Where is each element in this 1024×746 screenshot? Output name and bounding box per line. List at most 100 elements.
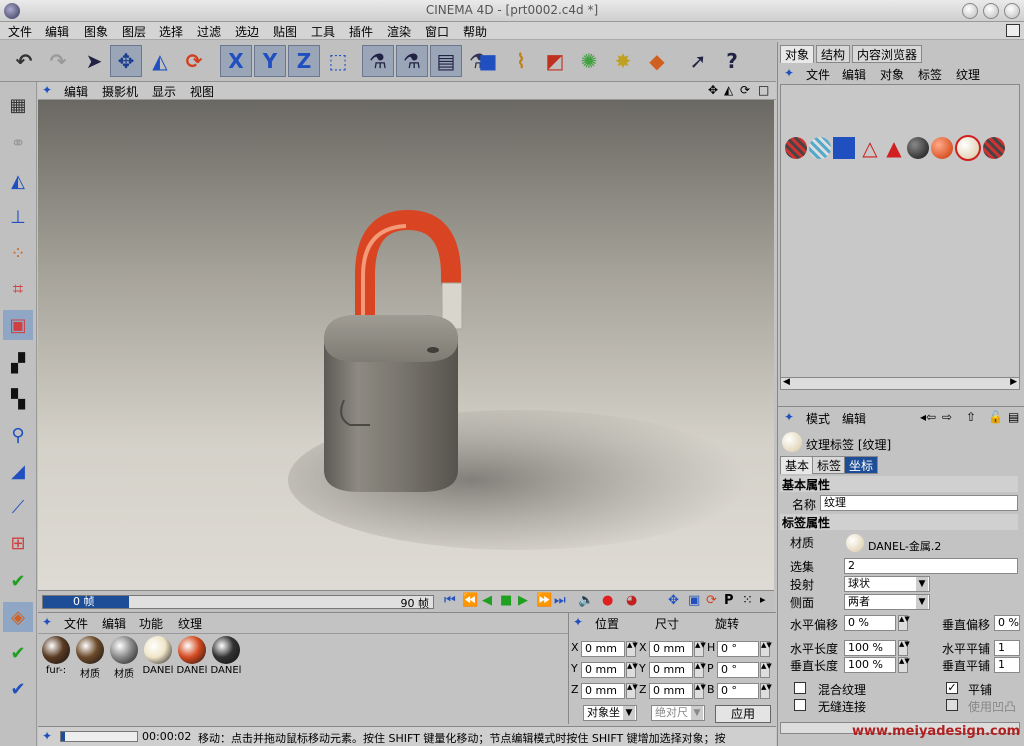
keyframe-rotate-icon[interactable]: ⟳ xyxy=(706,593,717,608)
attr-newwin-icon[interactable]: ▤ xyxy=(1008,410,1019,424)
object-axis-icon[interactable]: ⊥ xyxy=(3,202,33,232)
attr-selection-field[interactable]: 2 xyxy=(844,558,1018,574)
joint-icon[interactable]: ⚲ xyxy=(3,420,33,450)
attr-menu-edit[interactable]: 编辑 xyxy=(842,410,866,427)
objmgr-menu-file[interactable]: 文件 xyxy=(806,66,830,83)
coord-spinner[interactable]: ▲▼ xyxy=(694,641,706,657)
close-button[interactable] xyxy=(1004,3,1020,19)
tag-triangle-red2-icon[interactable]: ▲ xyxy=(883,137,905,159)
timeline-slider[interactable]: 0 帧 90 帧 xyxy=(42,595,434,610)
coord-spinner[interactable]: ▲▼ xyxy=(626,641,638,657)
maximize-button[interactable] xyxy=(983,3,999,19)
timeline-more-icon[interactable]: ▸ xyxy=(760,593,766,606)
attr-offset-u-spin[interactable]: ▲▼ xyxy=(898,615,910,631)
coord-size-field[interactable]: 0 mm xyxy=(649,662,693,678)
rotate-icon[interactable]: ⟳ xyxy=(178,45,210,77)
attr-pin-icon[interactable]: ✦ xyxy=(784,410,794,424)
scale-icon[interactable]: ◭ xyxy=(144,45,176,77)
tag-fur-icon[interactable] xyxy=(785,137,807,159)
coord-rot-field[interactable]: 0 ° xyxy=(717,683,759,699)
viewport-maximize-icon[interactable]: □ xyxy=(758,83,769,97)
menu-texture[interactable]: 贴图 xyxy=(273,23,297,40)
viewport-rotate-icon[interactable]: ⟳ xyxy=(740,83,750,97)
x-axis-icon[interactable]: X xyxy=(220,45,252,77)
attr-mix-checkbox[interactable] xyxy=(794,682,806,694)
objmgr-pin-icon[interactable]: ✦ xyxy=(784,66,794,80)
viewport-pin-icon[interactable]: ✦ xyxy=(42,83,52,97)
tag-material-red-icon[interactable] xyxy=(931,137,953,159)
coord-pos-field[interactable]: 0 mm xyxy=(581,683,625,699)
material-swatch[interactable]: 材质 xyxy=(108,636,140,680)
attr-seamless-checkbox[interactable] xyxy=(794,699,806,711)
goto-end-icon[interactable]: ⏭ xyxy=(554,593,566,608)
object-list-hscroll[interactable]: ◀ ▶ xyxy=(781,377,1019,389)
tag-material-dark-icon[interactable] xyxy=(907,137,929,159)
tag-icon[interactable]: ◆ xyxy=(641,45,673,77)
coord-spinner[interactable]: ▲▼ xyxy=(760,641,772,657)
model-mode-icon[interactable]: ◭ xyxy=(3,166,33,196)
bone-icon[interactable]: ◢ xyxy=(3,456,33,486)
menu-plugins[interactable]: 插件 xyxy=(349,23,373,40)
attr-name-field[interactable]: 纹理 xyxy=(820,495,1018,511)
coord-size-field[interactable]: 0 mm xyxy=(649,683,693,699)
coord-size-field[interactable]: 0 mm xyxy=(649,641,693,657)
tab-objects[interactable]: 对象 xyxy=(780,45,815,63)
layout-icon[interactable]: ▦ xyxy=(3,90,33,120)
attr-forward-icon[interactable]: ⇨ xyxy=(942,410,952,424)
coords-mode-select[interactable]: 对象坐 xyxy=(583,705,637,721)
tag-display-icon[interactable] xyxy=(809,137,831,159)
material-menu-function[interactable]: 功能 xyxy=(139,615,163,632)
coord-pos-field[interactable]: 0 mm xyxy=(581,662,625,678)
play-icon[interactable]: ▶ xyxy=(518,593,528,608)
animation-icon[interactable]: ⊞ xyxy=(3,528,33,558)
viewport[interactable] xyxy=(38,100,774,590)
coord-spinner[interactable]: ▲▼ xyxy=(626,662,638,678)
cube-icon[interactable]: ■ xyxy=(472,45,504,77)
menu-window[interactable]: 窗口 xyxy=(425,23,449,40)
y-axis-icon[interactable]: Y xyxy=(254,45,286,77)
polygons-mode-icon[interactable]: ▣ xyxy=(3,310,33,340)
param-key-icon[interactable]: P xyxy=(724,593,734,608)
material-swatch[interactable]: DANEl xyxy=(142,636,174,680)
next-key-icon[interactable]: ⏩ xyxy=(536,593,552,608)
texture-mode-icon[interactable]: ▞ xyxy=(3,348,33,378)
minimize-button[interactable] xyxy=(962,3,978,19)
world-coord-icon[interactable]: ⬚ xyxy=(322,45,354,77)
material-menu-file[interactable]: 文件 xyxy=(64,615,88,632)
object-list[interactable]: △ ▲ ◀ ▶ xyxy=(780,84,1020,390)
scroll-right-icon[interactable]: ▶ xyxy=(1010,377,1017,387)
keyframe-scale-icon[interactable]: ▣ xyxy=(688,593,700,608)
cursor-help-icon[interactable]: ➚ xyxy=(682,45,714,77)
render-view-icon[interactable]: ⚗ xyxy=(362,45,394,77)
objmgr-menu-tags[interactable]: 标签 xyxy=(918,66,942,83)
attr-tile-checkbox[interactable]: ✓ xyxy=(946,682,958,694)
viewport-menu-camera[interactable]: 摄影机 xyxy=(102,83,138,100)
pla-key-icon[interactable]: ⁙ xyxy=(742,593,753,608)
record-icon[interactable]: ● xyxy=(602,593,613,608)
points-mode-icon[interactable]: ⁘ xyxy=(3,238,33,268)
attr-up-icon[interactable]: ⇧ xyxy=(966,410,976,424)
objects-icon[interactable]: ⚭ xyxy=(3,128,33,158)
tab-content-browser[interactable]: 内容浏览器 xyxy=(852,45,923,63)
material-swatch[interactable]: DANEl xyxy=(210,636,242,680)
nurbs-icon[interactable]: ◩ xyxy=(539,45,571,77)
tab-structure[interactable]: 结构 xyxy=(816,45,851,63)
coord-spinner[interactable]: ▲▼ xyxy=(760,683,772,699)
enable-axis-icon[interactable]: ✔ xyxy=(3,566,33,596)
help-icon[interactable]: ? xyxy=(716,45,748,77)
coord-pos-field[interactable]: 0 mm xyxy=(581,641,625,657)
menu-edit[interactable]: 编辑 xyxy=(45,23,69,40)
viewport-zoom-icon[interactable]: ◭ xyxy=(724,83,733,97)
viewport-move-icon[interactable]: ✥ xyxy=(708,83,718,97)
attr-length-u-field[interactable]: 100 % xyxy=(844,640,896,656)
menu-render[interactable]: 渲染 xyxy=(387,23,411,40)
texture-axis-icon[interactable]: ▚ xyxy=(3,384,33,414)
coord-spinner[interactable]: ▲▼ xyxy=(760,662,772,678)
spline-icon[interactable]: ⌇ xyxy=(505,45,537,77)
attr-tab-basic[interactable]: 基本 xyxy=(780,456,815,474)
coord-spinner[interactable]: ▲▼ xyxy=(626,683,638,699)
tag-fur2-icon[interactable] xyxy=(983,137,1005,159)
menu-tools[interactable]: 工具 xyxy=(311,23,335,40)
objmgr-menu-texture[interactable]: 纹理 xyxy=(956,66,980,83)
keyframe-move-icon[interactable]: ✥ xyxy=(668,593,679,608)
